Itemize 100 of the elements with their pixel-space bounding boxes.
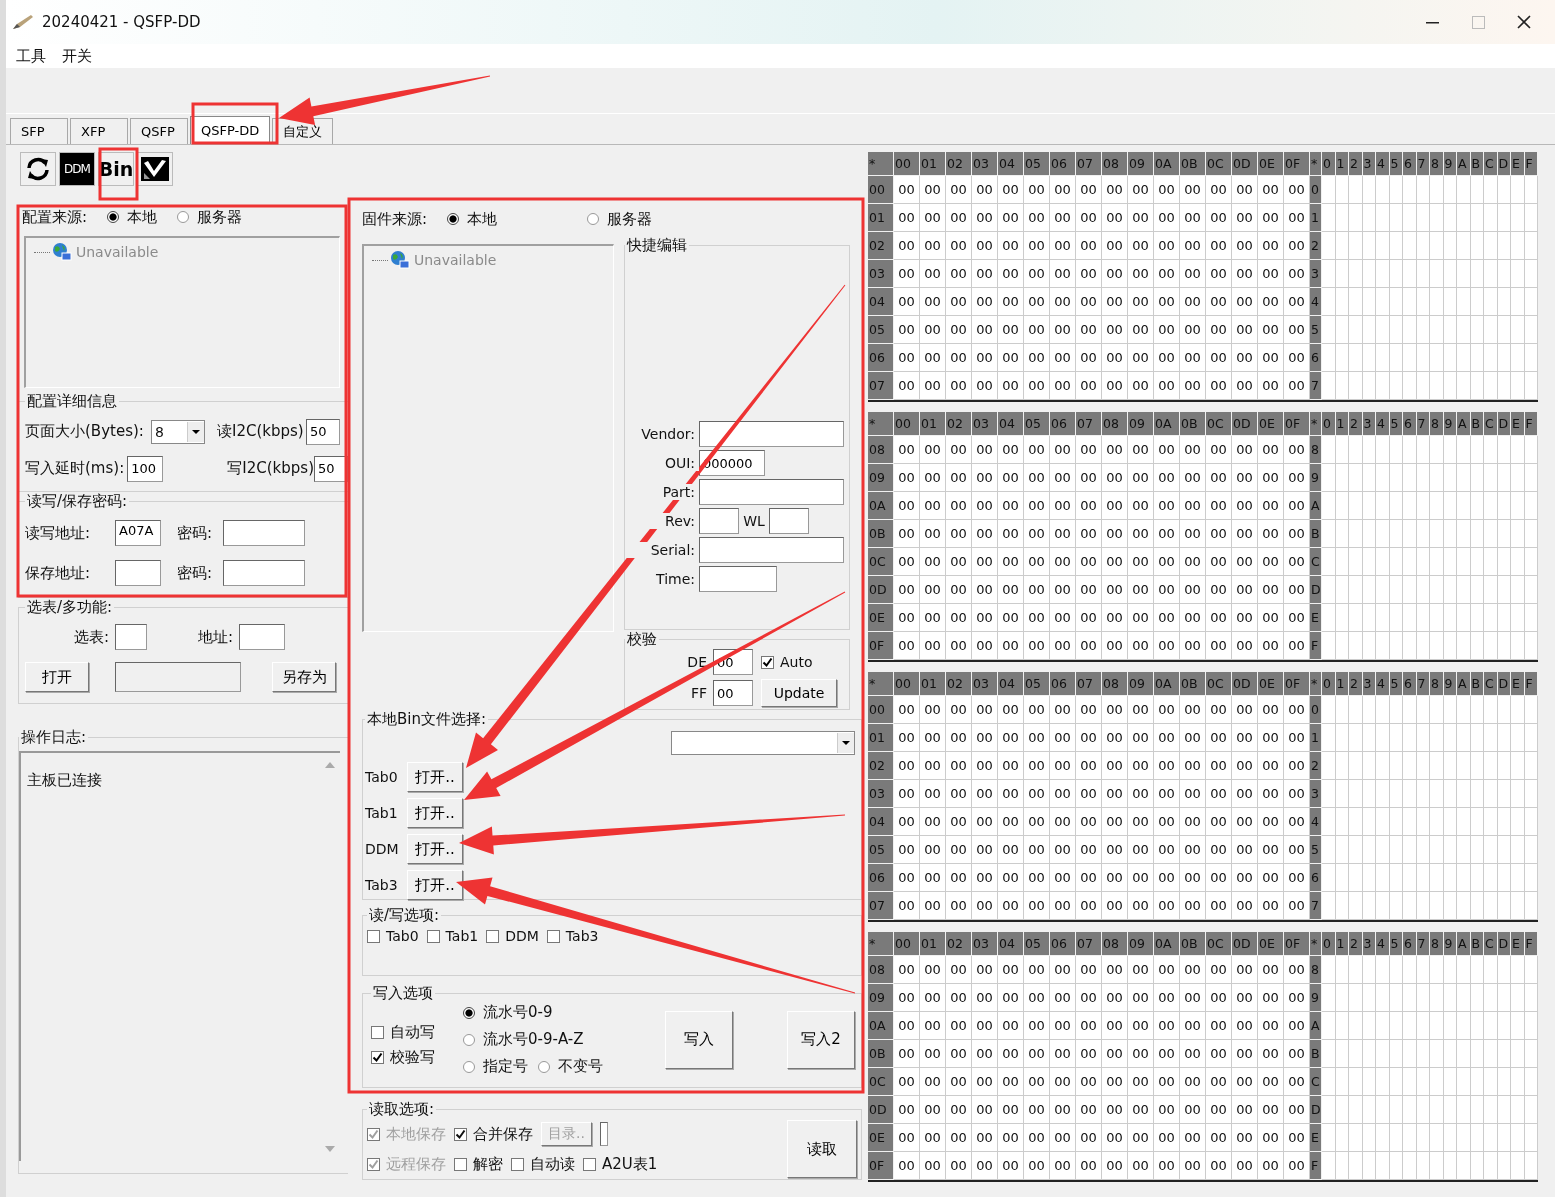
hex-cell[interactable]: 00 (920, 1096, 946, 1124)
hex-cell[interactable]: 00 (1128, 1096, 1154, 1124)
hex-cell[interactable]: 00 (1128, 372, 1154, 400)
input-field[interactable] (599, 1122, 608, 1146)
hex-cell[interactable]: 00 (1128, 232, 1154, 260)
hex-cell[interactable]: 00 (1076, 984, 1102, 1012)
hex-cell[interactable]: 00 (1258, 808, 1284, 836)
hex-cell[interactable]: 00 (1232, 752, 1258, 780)
input-field[interactable]: 00 (713, 680, 753, 706)
hex-cell[interactable]: 00 (1024, 260, 1050, 288)
hex-cell[interactable]: 00 (1050, 576, 1076, 604)
input-field[interactable] (239, 624, 285, 650)
input-field[interactable] (699, 421, 844, 447)
hex-cell[interactable]: 00 (1180, 836, 1206, 864)
input-field[interactable]: 50 (306, 418, 340, 445)
hex-cell[interactable]: 00 (920, 984, 946, 1012)
hex-cell[interactable]: 00 (998, 892, 1024, 920)
hex-cell[interactable]: 00 (1180, 344, 1206, 372)
hex-cell[interactable]: 00 (972, 864, 998, 892)
hex-cell[interactable]: 00 (1128, 260, 1154, 288)
hex-cell[interactable]: 00 (998, 204, 1024, 232)
hex-cell[interactable]: 00 (1050, 204, 1076, 232)
hex-cell[interactable]: 00 (1180, 1068, 1206, 1096)
hex-cell[interactable]: 00 (972, 1040, 998, 1068)
hex-cell[interactable]: 00 (920, 372, 946, 400)
hex-cell[interactable]: 00 (1232, 548, 1258, 576)
hex-cell[interactable]: 00 (998, 372, 1024, 400)
hex-cell[interactable]: 00 (998, 288, 1024, 316)
hex-cell[interactable]: 00 (920, 232, 946, 260)
write-button[interactable]: 写入2 (787, 1010, 855, 1069)
checkbox[interactable]: 解密 (454, 1154, 503, 1174)
checkbox[interactable]: DDM (486, 928, 539, 944)
hex-cell[interactable]: 00 (946, 492, 972, 520)
hex-cell[interactable]: 00 (1154, 1096, 1180, 1124)
hex-cell[interactable]: 00 (1258, 892, 1284, 920)
hex-cell[interactable]: 00 (1154, 1068, 1180, 1096)
hex-cell[interactable]: 00 (1232, 260, 1258, 288)
hex-cell[interactable]: 00 (972, 780, 998, 808)
hex-cell[interactable]: 00 (920, 780, 946, 808)
hex-cell[interactable]: 00 (1258, 1040, 1284, 1068)
hex-cell[interactable]: 00 (920, 808, 946, 836)
hex-cell[interactable]: 00 (1076, 1068, 1102, 1096)
hex-cell[interactable]: 00 (1024, 1096, 1050, 1124)
hex-cell[interactable]: 00 (920, 288, 946, 316)
hex-cell[interactable]: 00 (1232, 576, 1258, 604)
input-field[interactable] (115, 560, 161, 586)
hex-cell[interactable]: 00 (894, 372, 920, 400)
menu-item[interactable]: 工具 (16, 46, 46, 66)
bin-button[interactable]: Bin (98, 152, 134, 186)
hex-cell[interactable]: 00 (1180, 632, 1206, 660)
hex-cell[interactable]: 00 (972, 1152, 998, 1180)
open-file-button[interactable]: 打开.. (407, 798, 463, 828)
checkbox[interactable]: A2U表1 (583, 1154, 658, 1174)
hex-cell[interactable]: 00 (894, 316, 920, 344)
hex-cell[interactable]: 00 (1154, 724, 1180, 752)
hex-cell[interactable]: 00 (1206, 372, 1232, 400)
hex-cell[interactable]: 00 (1232, 1068, 1258, 1096)
hex-cell[interactable]: 00 (894, 724, 920, 752)
hex-cell[interactable]: 00 (1232, 956, 1258, 984)
hex-cell[interactable]: 00 (1102, 232, 1128, 260)
hex-cell[interactable]: 00 (1180, 696, 1206, 724)
hex-cell[interactable]: 00 (894, 1096, 920, 1124)
hex-cell[interactable]: 00 (946, 780, 972, 808)
hex-cell[interactable]: 00 (1050, 1040, 1076, 1068)
hex-cell[interactable]: 00 (1076, 752, 1102, 780)
hex-cell[interactable]: 00 (972, 956, 998, 984)
hex-cell[interactable]: 00 (946, 1068, 972, 1096)
hex-cell[interactable]: 00 (946, 604, 972, 632)
hex-cell[interactable]: 00 (1232, 1012, 1258, 1040)
hex-cell[interactable]: 00 (1232, 1152, 1258, 1180)
hex-cell[interactable]: 00 (1154, 604, 1180, 632)
hex-cell[interactable]: 00 (972, 984, 998, 1012)
hex-cell[interactable]: 00 (1180, 436, 1206, 464)
hex-cell[interactable]: 00 (1128, 548, 1154, 576)
hex-cell[interactable]: 00 (972, 464, 998, 492)
hex-cell[interactable]: 00 (1180, 984, 1206, 1012)
hex-cell[interactable]: 00 (1180, 1124, 1206, 1152)
hex-cell[interactable]: 00 (920, 1068, 946, 1096)
hex-cell[interactable]: 00 (1102, 204, 1128, 232)
hex-cell[interactable]: 00 (894, 520, 920, 548)
hex-cell[interactable]: 00 (1154, 372, 1180, 400)
hex-cell[interactable]: 00 (1154, 492, 1180, 520)
hex-cell[interactable]: 00 (1024, 372, 1050, 400)
hex-cell[interactable]: 00 (1102, 892, 1128, 920)
input-field[interactable]: A07A (115, 520, 161, 546)
hex-cell[interactable]: 00 (1050, 316, 1076, 344)
hex-cell[interactable]: 00 (1024, 632, 1050, 660)
hex-cell[interactable]: 00 (1258, 752, 1284, 780)
hex-cell[interactable]: 00 (998, 956, 1024, 984)
hex-cell[interactable]: 00 (1258, 696, 1284, 724)
input-field[interactable] (699, 537, 844, 563)
hex-cell[interactable]: 00 (920, 892, 946, 920)
hex-cell[interactable]: 00 (1102, 604, 1128, 632)
hex-cell[interactable]: 00 (1024, 344, 1050, 372)
input-field[interactable] (699, 479, 844, 505)
scroll-up-icon[interactable] (324, 761, 336, 769)
checkbox[interactable]: Tab3 (546, 928, 599, 944)
hex-cell[interactable]: 00 (1180, 316, 1206, 344)
hex-cell[interactable]: 00 (1232, 1040, 1258, 1068)
hex-cell[interactable]: 00 (1102, 1124, 1128, 1152)
